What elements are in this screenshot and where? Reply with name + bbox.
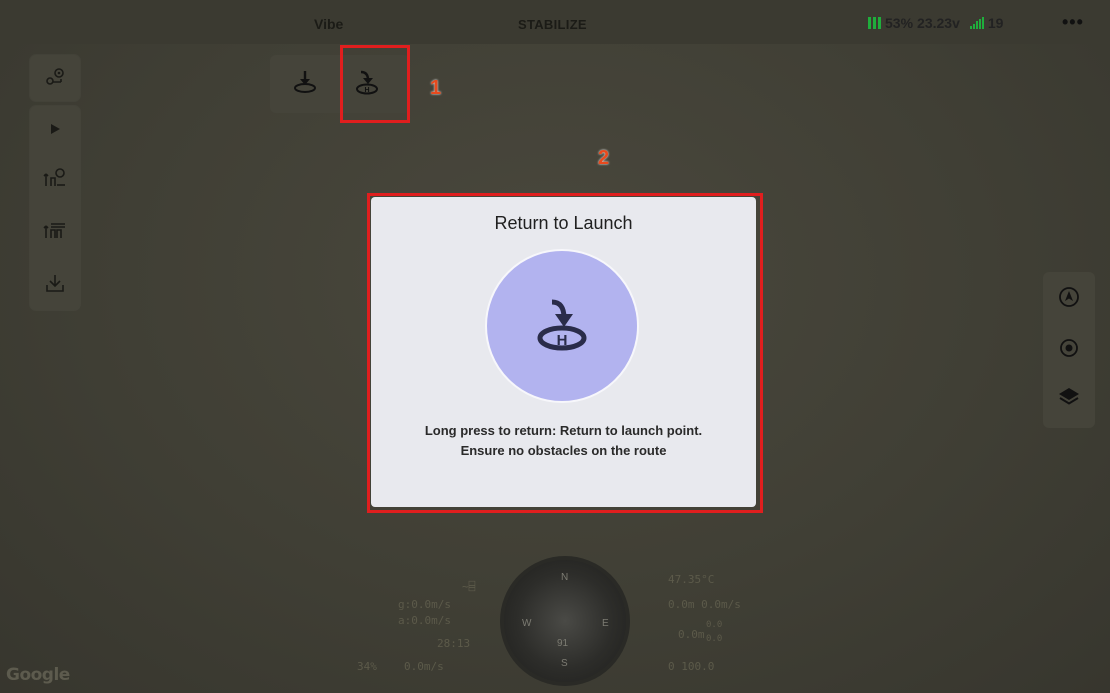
telemetry-status: 53% 23.23v 19 [868, 15, 1003, 31]
battery-percent: 53% [885, 15, 914, 31]
locate-button[interactable] [1056, 337, 1082, 363]
hud-throttle: 34% [357, 660, 377, 673]
battery-voltage: 23.23v [917, 15, 960, 31]
map-route-icon[interactable] [44, 66, 66, 93]
hud-time: 28:13 [437, 637, 471, 650]
compass-widget: N W E 91 S [500, 556, 630, 686]
compass-south: S [561, 658, 568, 669]
annotation-marker-1: 1 [430, 77, 442, 99]
hud-altitude-speed: 0.0m 0.0m/s [668, 598, 741, 611]
navigate-icon [1058, 286, 1080, 313]
hud-distance-sub2: 0.0 [706, 634, 723, 644]
gps-signal-icon [969, 17, 984, 29]
compass-heading: 91 [557, 638, 569, 649]
top-status-bar: Vibe STABILIZE 53% 23.23v 19 ••• [0, 0, 1110, 44]
hud-vertical-speed: 0.0m/s [404, 660, 444, 673]
map-controls-card [1043, 272, 1095, 428]
sidebar-top-card [30, 55, 80, 101]
highlight-box-1 [340, 45, 410, 123]
compass-east: E [602, 618, 609, 629]
highlight-box-2 [367, 193, 763, 513]
locate-icon [1058, 337, 1080, 364]
compass-north: N [561, 572, 569, 583]
play-icon[interactable] [48, 122, 62, 141]
mission-list-icon[interactable] [43, 218, 67, 247]
hud-distance: 0.0m [678, 628, 705, 641]
hud-wind: 0 100.0 [668, 660, 715, 673]
hud-altitude-icon: ~⌸ [462, 580, 476, 593]
vehicle-name[interactable]: Vibe [314, 16, 343, 32]
download-icon[interactable] [44, 272, 66, 299]
sidebar-main-card [30, 106, 80, 310]
satellite-count: 19 [987, 15, 1004, 31]
flight-mode[interactable]: STABILIZE [518, 17, 587, 32]
hud-temperature: 47.35°C [668, 573, 715, 586]
google-attribution: Google [6, 665, 70, 685]
layers-button[interactable] [1056, 386, 1082, 412]
waypoint-settings-icon[interactable] [43, 166, 67, 195]
battery-bars-icon [868, 17, 881, 29]
annotation-marker-2: 2 [598, 147, 610, 169]
hud-ground-speed: g:0.0m/s [398, 598, 451, 611]
hud-distance-sub1: 0.0 [706, 620, 723, 630]
more-menu-button[interactable]: ••• [1062, 12, 1084, 33]
land-icon [291, 68, 319, 101]
land-button[interactable] [284, 63, 326, 105]
compass-west: W [522, 618, 532, 629]
layers-icon [1057, 385, 1081, 414]
navigate-button[interactable] [1056, 286, 1082, 312]
hud-air-speed: a:0.0m/s [398, 614, 451, 627]
